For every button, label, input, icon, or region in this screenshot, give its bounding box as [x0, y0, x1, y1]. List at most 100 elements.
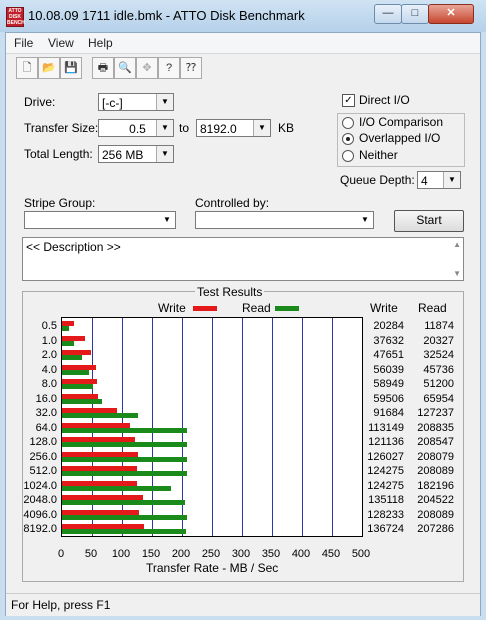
read-value: 127237 [417, 407, 454, 419]
read-bar [62, 355, 82, 360]
scroll-up-icon[interactable]: ▲ [453, 240, 461, 249]
transfer-size-tick: 1.0 [41, 334, 57, 347]
print-preview-icon[interactable]: 🔍 [114, 57, 136, 79]
open-icon[interactable]: 📂 [38, 57, 60, 79]
chevron-down-icon[interactable]: ▼ [156, 94, 173, 110]
read-bar [62, 427, 188, 433]
write-value: 126027 [367, 450, 404, 463]
write-value: 121136 [368, 436, 404, 448]
x-axis-label: Transfer Rate - MB / Sec [146, 561, 279, 575]
x-tick-label: 150 [141, 548, 161, 560]
io-comparison-label: I/O Comparison [359, 115, 444, 129]
write-value: 91684 [373, 407, 404, 419]
start-button[interactable]: Start [394, 210, 464, 232]
transfer-size-tick: 512.0 [29, 465, 57, 477]
controlled-by-select[interactable]: ▼ [195, 211, 374, 229]
legend-read-label: Read [242, 301, 271, 315]
transfer-to-value: 8192.0 [200, 122, 237, 136]
write-value: 124275 [367, 479, 404, 492]
gridline [242, 318, 243, 536]
x-tick-label: 400 [291, 548, 311, 560]
x-tick-label: 350 [261, 548, 281, 560]
write-value: 124275 [367, 465, 404, 477]
minimize-button[interactable]: — [374, 4, 402, 24]
x-tick-label: 300 [231, 548, 251, 560]
gridline [212, 318, 213, 536]
x-tick-label: 200 [171, 548, 191, 560]
save-icon[interactable]: 💾 [60, 57, 82, 79]
chevron-down-icon[interactable]: ▼ [159, 212, 175, 228]
menu-file[interactable]: File [14, 36, 33, 50]
chevron-down-icon[interactable]: ▼ [443, 172, 460, 188]
description-text: << Description >> [26, 240, 121, 254]
x-tick-label: 450 [321, 548, 341, 560]
read-value: 45736 [423, 363, 454, 376]
description-textarea[interactable]: << Description >> ▲ ▼ [22, 237, 464, 281]
window-title: 10.08.09 1711 idle.bmk - ATTO Disk Bench… [28, 8, 305, 23]
legend-write-label: Write [158, 301, 186, 315]
toolbar: 🗋 📂 💾 🖶 🔍 ✥ ? ⁇ [10, 55, 210, 81]
title-bar: ATTO DISK BENCH 10.08.09 1711 idle.bmk -… [0, 0, 486, 32]
read-value: 208089 [417, 465, 454, 477]
status-text: For Help, press F1 [11, 598, 111, 612]
transfer-from-select[interactable]: 0.5 ▼ [98, 119, 174, 137]
menu-view[interactable]: View [48, 36, 74, 50]
menu-help[interactable]: Help [88, 36, 113, 50]
total-length-value: 256 MB [102, 148, 144, 162]
chevron-down-icon[interactable]: ▼ [156, 146, 173, 162]
direct-io-label: Direct I/O [359, 93, 410, 107]
read-value: 208089 [417, 508, 454, 521]
x-tick-label: 500 [351, 548, 371, 560]
direct-io-checkbox[interactable]: ✓ [342, 94, 355, 107]
read-bar [62, 471, 187, 476]
overlapped-io-radio[interactable] [342, 133, 354, 145]
overlapped-io-label: Overlapped I/O [359, 131, 441, 145]
read-value: 65954 [423, 392, 454, 405]
legend-read-swatch [275, 306, 299, 311]
close-button[interactable]: ✕ [428, 4, 474, 24]
read-bar [62, 500, 185, 505]
gridline [332, 318, 333, 536]
maximize-button[interactable]: □ [401, 4, 429, 24]
test-results-title: Test Results [195, 285, 265, 299]
read-value: 51200 [423, 378, 454, 390]
gridline [272, 318, 273, 536]
transfer-size-tick: 64.0 [35, 421, 57, 434]
chevron-down-icon[interactable]: ▼ [253, 120, 270, 136]
new-icon[interactable]: 🗋 [16, 57, 38, 79]
write-value: 113149 [368, 421, 404, 434]
total-length-label: Total Length: [24, 147, 93, 161]
transfer-size-tick: 32.0 [35, 407, 57, 419]
queue-depth-label: Queue Depth: [340, 173, 415, 187]
read-bar [62, 369, 90, 375]
controlled-by-label: Controlled by: [195, 196, 270, 210]
drive-select[interactable]: [-c-] ▼ [98, 93, 174, 111]
neither-radio[interactable] [342, 150, 354, 162]
scroll-down-icon[interactable]: ▼ [453, 269, 461, 278]
transfer-size-tick: 2.0 [41, 349, 57, 361]
to-label: to [179, 121, 190, 135]
queue-depth-select[interactable]: 4 ▼ [417, 171, 461, 189]
transfer-size-label: Transfer Size: [24, 121, 99, 135]
read-value: 11874 [424, 320, 454, 332]
chevron-down-icon[interactable]: ▼ [156, 120, 173, 136]
print-icon[interactable]: 🖶 [92, 57, 114, 79]
io-comparison-radio[interactable] [342, 117, 354, 129]
transfer-to-select[interactable]: 8192.0 ▼ [196, 119, 271, 137]
atto-app-icon[interactable]: ATTO DISK BENCH [6, 7, 25, 27]
x-tick-label: 100 [111, 548, 131, 560]
transfer-size-tick: 8.0 [41, 378, 57, 390]
chevron-down-icon[interactable]: ▼ [357, 212, 373, 228]
write-value: 20284 [373, 320, 404, 332]
context-help-icon[interactable]: ⁇ [180, 57, 202, 79]
neither-label: Neither [359, 148, 398, 162]
read-value: 32524 [423, 349, 454, 361]
read-bar [62, 456, 187, 462]
help-icon[interactable]: ? [158, 57, 180, 79]
move-icon[interactable]: ✥ [136, 57, 158, 79]
write-value: 58949 [373, 378, 404, 390]
total-length-select[interactable]: 256 MB ▼ [98, 145, 174, 163]
stripe-group-select[interactable]: ▼ [24, 211, 176, 229]
transfer-rate-chart [61, 317, 363, 537]
x-tick-label: 50 [84, 548, 98, 560]
